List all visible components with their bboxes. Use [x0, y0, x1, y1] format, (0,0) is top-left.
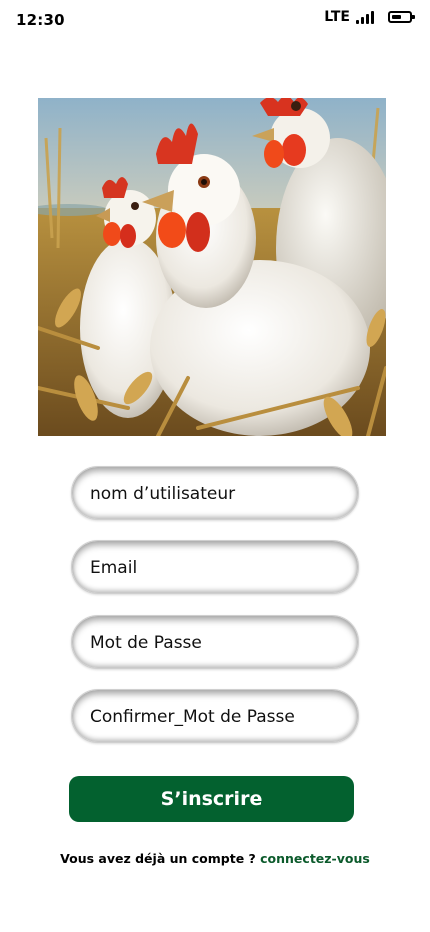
email-field-container — [71, 540, 359, 594]
chickens-photo-icon — [38, 98, 386, 436]
status-bar: 12:30 LTE — [0, 0, 430, 40]
password-field-container — [71, 615, 359, 669]
login-prompt-text: Vous avez déjà un compte ? — [60, 851, 261, 866]
battery-icon — [388, 11, 415, 23]
battery-fill — [392, 15, 401, 19]
email-input[interactable] — [90, 553, 340, 583]
confirm-password-field-container — [71, 689, 359, 743]
status-indicators: LTE — [324, 9, 415, 25]
signal-icon — [356, 10, 374, 24]
confirm-password-input[interactable] — [90, 702, 340, 732]
signup-button[interactable]: S’inscrire — [69, 776, 354, 822]
network-type: LTE — [324, 9, 350, 25]
status-time: 12:30 — [16, 11, 65, 29]
username-input[interactable] — [90, 479, 340, 509]
username-field-container — [71, 466, 359, 520]
password-input[interactable] — [90, 628, 340, 658]
login-link[interactable]: connectez-vous — [260, 851, 370, 866]
hero-image — [38, 98, 386, 436]
login-prompt: Vous avez déjà un compte ? connectez-vou… — [0, 851, 430, 866]
